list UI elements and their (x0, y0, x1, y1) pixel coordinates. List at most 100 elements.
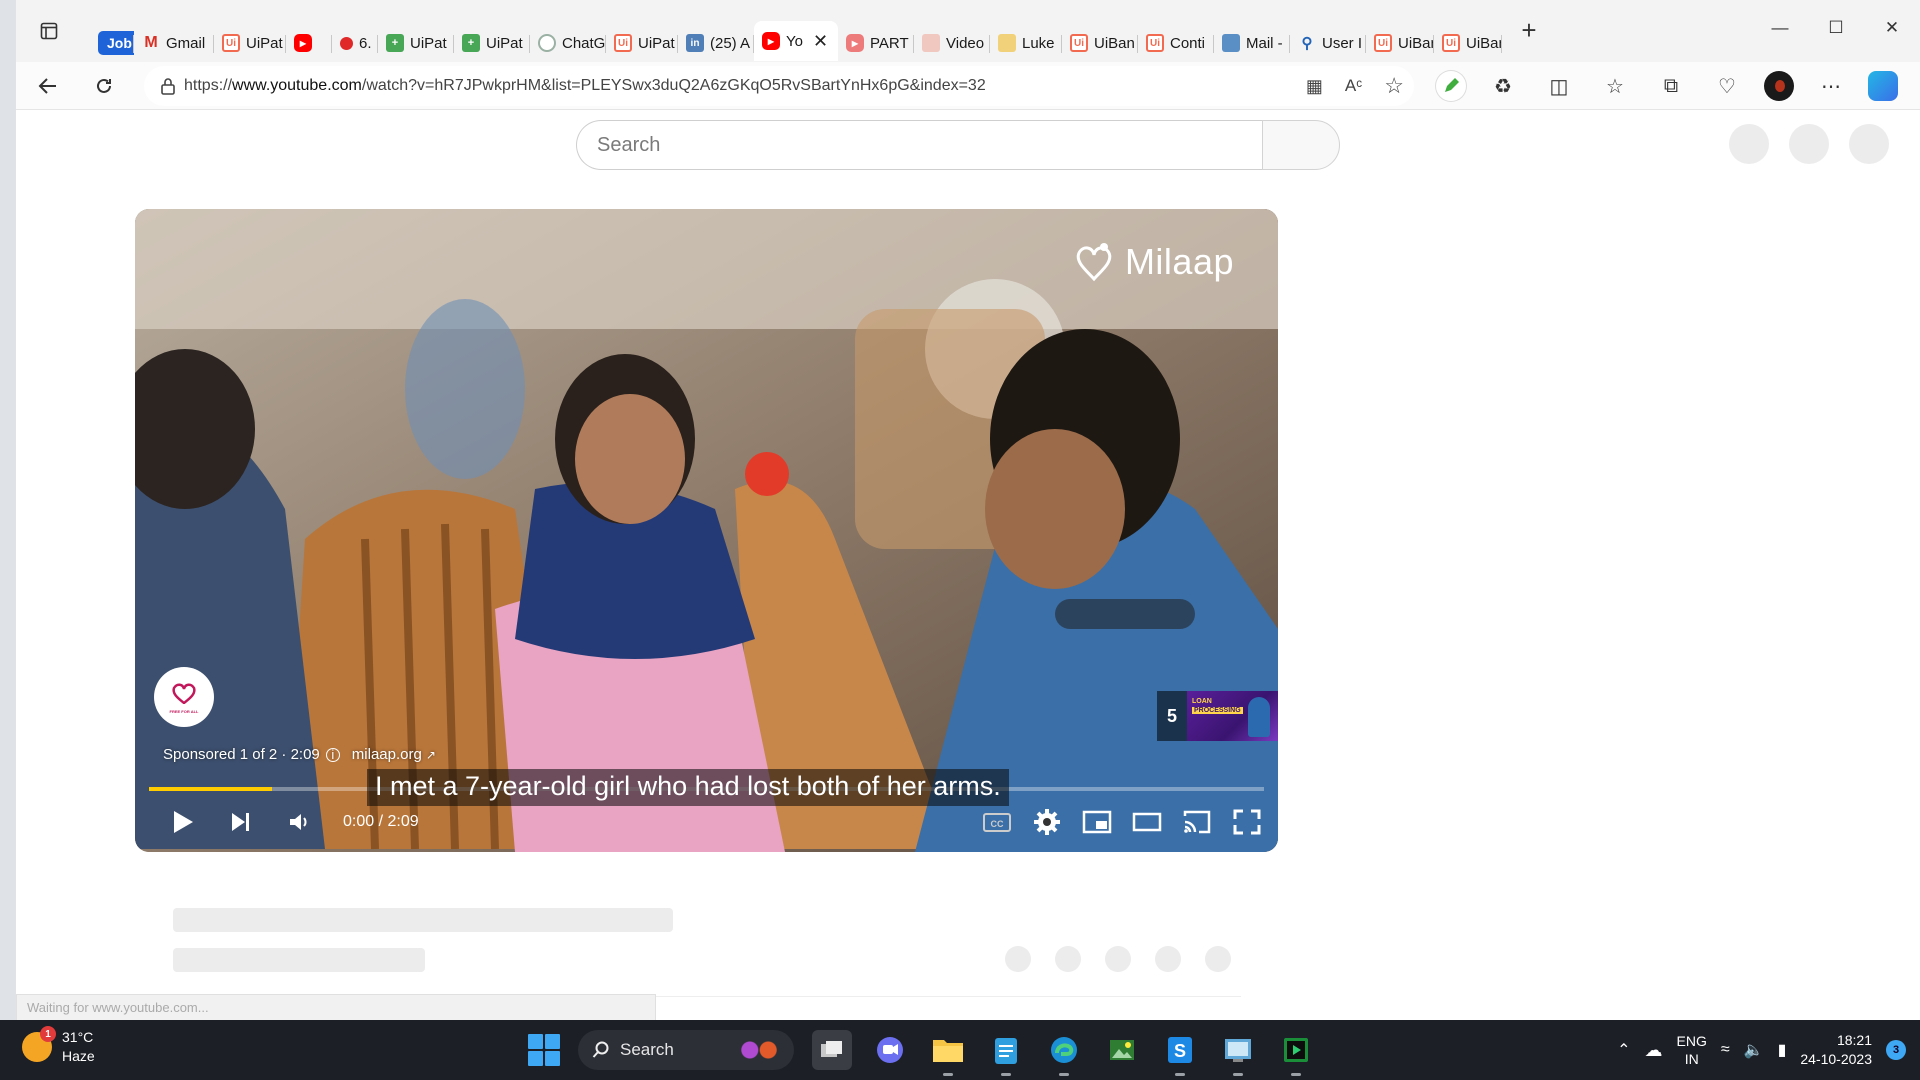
subtitles-icon[interactable]: CC (982, 802, 1012, 842)
up-next-thumbnail[interactable]: 5 LOAN PROCESSING (1157, 691, 1278, 741)
cast-icon[interactable] (1182, 802, 1212, 842)
copilot-icon[interactable] (1868, 71, 1898, 101)
split-screen-icon[interactable]: ◫ (1540, 67, 1578, 105)
browser-tab[interactable]: Ui UiBan (1062, 25, 1138, 61)
play-icon (174, 811, 193, 833)
control-panel-icon[interactable] (1218, 1030, 1258, 1076)
video-player[interactable]: Milaap FREE FOR ALL Sponsored 1 of 2 · 2… (135, 209, 1278, 852)
volume-tray-icon[interactable]: 🔈 (1744, 1040, 1764, 1060)
player-right-controls: CC (982, 802, 1262, 842)
edge-icon[interactable] (1044, 1030, 1084, 1076)
theater-mode-icon[interactable] (1132, 802, 1162, 842)
chatgpt-icon (538, 34, 556, 52)
url-prefix: https:// (184, 77, 233, 94)
search-button[interactable] (1262, 120, 1340, 170)
browser-tab[interactable]: Mail - (1214, 25, 1290, 61)
browser-tab[interactable]: ▶ Yo ✕ (754, 21, 838, 61)
sway-app-icon[interactable]: S (1160, 1030, 1200, 1076)
browser-tab[interactable]: Luke (990, 25, 1062, 61)
task-view-icon[interactable] (812, 1030, 852, 1070)
profile-avatar[interactable] (1764, 71, 1794, 101)
language-indicator[interactable]: ENG IN (1677, 1032, 1707, 1068)
onedrive-cloud-icon[interactable]: ☁ (1645, 1040, 1663, 1061)
weather-widget[interactable]: 1 31°C Haze (22, 1026, 95, 1066)
play-button[interactable] (163, 802, 203, 842)
browser-tab[interactable]: + UiPat (378, 25, 454, 61)
search-input[interactable] (576, 120, 1262, 170)
browser-tab[interactable]: Job (90, 25, 134, 61)
ad-domain-link[interactable]: milaap.org ↗ (352, 746, 436, 763)
up-next-title-1: LOAN (1192, 698, 1212, 705)
advertiser-avatar[interactable]: FREE FOR ALL (154, 667, 214, 727)
media-player-icon[interactable] (1276, 1030, 1316, 1076)
show-hidden-icons-chevron-icon[interactable]: ⌃ (1617, 1040, 1630, 1060)
browser-tab[interactable]: Ui UiBan (1366, 25, 1434, 61)
loading-icon-placeholder (1789, 124, 1829, 164)
file-explorer-icon[interactable] (928, 1030, 968, 1076)
settings-gear-icon[interactable] (1032, 802, 1062, 842)
notifications-badge[interactable]: 3 (1886, 1040, 1906, 1060)
favorites-icon[interactable]: ☆ (1596, 67, 1634, 105)
browser-tab[interactable]: + UiPat (454, 25, 530, 61)
next-button[interactable] (221, 802, 261, 842)
more-options-icon[interactable]: ⋯ (1812, 67, 1850, 105)
read-aloud-icon[interactable]: Aᶜ (1345, 76, 1362, 96)
minimize-button[interactable]: — (1752, 10, 1808, 46)
next-icon (232, 813, 249, 831)
start-button[interactable] (528, 1034, 560, 1066)
action-skeleton (1155, 946, 1181, 972)
tab-label: ChatG (562, 34, 606, 52)
extensions-icon[interactable]: ♻ (1484, 67, 1522, 105)
maximize-button[interactable]: ☐ (1808, 10, 1864, 46)
volume-button[interactable] (279, 802, 319, 842)
browser-tab[interactable]: M Gmail (134, 25, 214, 61)
miniplayer-icon[interactable] (1082, 802, 1112, 842)
browser-tab[interactable]: Ui UiPat (606, 25, 678, 61)
browser-tab[interactable]: Ui Conti (1138, 25, 1214, 61)
gmail-icon: M (144, 34, 158, 51)
close-tab-icon[interactable]: ✕ (813, 31, 828, 52)
weather-sun-icon: 1 (22, 1026, 56, 1062)
video-icon (922, 34, 940, 52)
new-tab-button[interactable]: + (1512, 15, 1546, 46)
browser-tab[interactable]: Ui UiBan (1434, 25, 1502, 61)
tab-label: User I (1322, 34, 1363, 52)
pen-extension-icon[interactable] (1436, 71, 1466, 101)
back-button[interactable] (24, 66, 72, 106)
favorite-star-icon[interactable]: ☆ (1384, 73, 1404, 99)
browser-tab[interactable]: 6. (332, 25, 378, 61)
browser-tab[interactable]: Ui UiPat (214, 25, 286, 61)
volume-icon (290, 814, 307, 830)
external-link-icon: ↗ (425, 747, 436, 762)
tab-label: UiBan (1094, 34, 1135, 52)
url-field[interactable]: https://www.youtube.com/watch?v=hR7JPwkp… (144, 66, 1414, 106)
tab-label: UiPat (638, 34, 675, 52)
info-icon[interactable]: i (325, 747, 340, 762)
reload-button[interactable] (80, 66, 128, 106)
teams-chat-icon[interactable] (870, 1030, 910, 1070)
browser-tab[interactable]: in (25) A (678, 25, 754, 61)
tab-label: Luke (1022, 34, 1055, 52)
tab-actions-button[interactable] (32, 14, 66, 48)
clock[interactable]: 18:21 24-10-2023 (1800, 1031, 1872, 1069)
wifi-icon[interactable]: ≈ (1721, 1041, 1730, 1059)
browser-tab[interactable]: ⚲ User I (1290, 25, 1366, 61)
battery-icon[interactable]: ▮ (1778, 1040, 1787, 1060)
url-host: www.youtube.com (232, 77, 362, 94)
youtube-search-box (576, 120, 1340, 170)
browser-tab[interactable]: ChatG (530, 25, 606, 61)
taskbar-search[interactable]: Search (578, 1030, 794, 1070)
photo-app-icon[interactable] (1102, 1030, 1142, 1070)
app-available-icon[interactable]: ▦ (1306, 76, 1323, 97)
fullscreen-icon[interactable] (1232, 802, 1262, 842)
action-skeletons (1005, 946, 1231, 972)
close-window-button[interactable]: ✕ (1864, 10, 1920, 46)
browser-tab[interactable]: ▶ (286, 25, 332, 61)
browser-tab[interactable]: Video (914, 25, 990, 61)
loading-status: Waiting for www.youtube.com... (16, 994, 656, 1020)
notepad-icon[interactable] (986, 1030, 1026, 1076)
browser-tab[interactable]: ▶ PART (838, 25, 914, 61)
browser-essentials-icon[interactable]: ♡ (1708, 67, 1746, 105)
url-path: /watch?v=hR7JPwkprHM&list=PLEYSwx3duQ2A6… (361, 77, 986, 94)
collections-icon[interactable]: ⧉ (1652, 67, 1690, 105)
